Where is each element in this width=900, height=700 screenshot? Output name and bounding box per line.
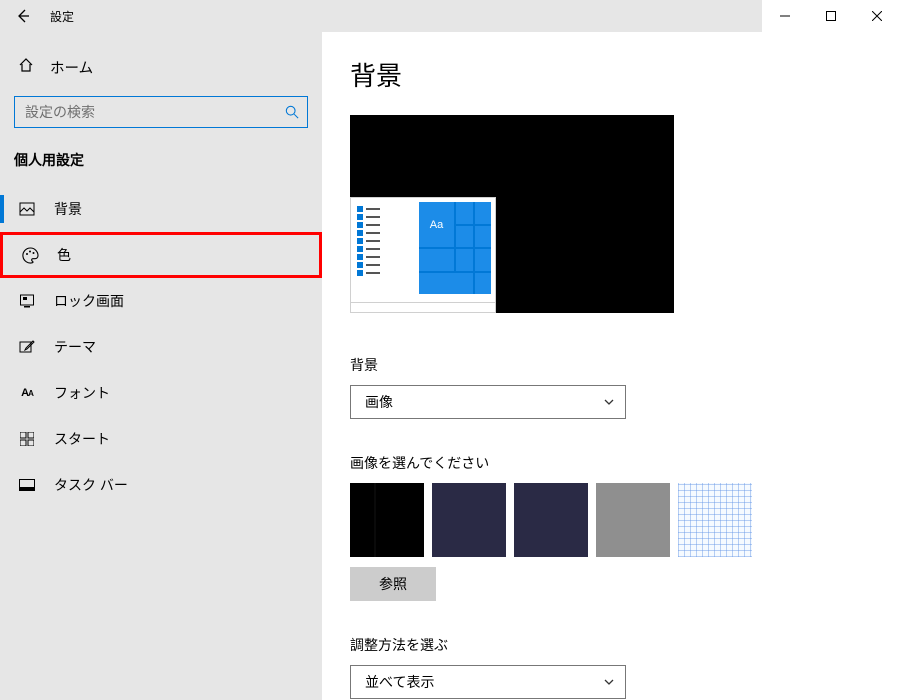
sidebar-nav: 背景 色 ロック画面 テーマ AA (0, 186, 322, 508)
browse-button[interactable]: 参照 (350, 567, 436, 601)
sidebar-item-colors[interactable]: 色 (0, 232, 322, 278)
sidebar: ホーム 設定の検索 個人用設定 背景 (0, 32, 322, 700)
fonts-icon: AA (18, 384, 36, 402)
choose-image-label: 画像を選んでください (350, 453, 872, 473)
search-placeholder: 設定の検索 (25, 102, 285, 122)
title-bar: 設定 (0, 0, 900, 32)
background-type-combo[interactable]: 画像 (350, 385, 626, 419)
sidebar-item-background[interactable]: 背景 (0, 186, 322, 232)
image-thumb-5[interactable] (678, 483, 752, 557)
search-input[interactable]: 設定の検索 (14, 96, 308, 128)
taskbar-icon (18, 476, 36, 494)
home-label: ホーム (50, 57, 93, 78)
fit-value: 並べて表示 (365, 672, 434, 692)
browse-button-label: 参照 (379, 574, 407, 594)
start-icon (18, 430, 36, 448)
minimize-icon (780, 11, 790, 21)
sidebar-item-label: タスク バー (54, 475, 128, 495)
sidebar-item-fonts[interactable]: AA フォント (0, 370, 322, 416)
sidebar-item-label: テーマ (54, 337, 96, 357)
home-icon (18, 57, 34, 77)
maximize-icon (826, 11, 836, 21)
image-thumb-4[interactable] (596, 483, 670, 557)
fit-combo[interactable]: 並べて表示 (350, 665, 626, 699)
chevron-down-icon (603, 676, 615, 688)
sidebar-section-title: 個人用設定 (0, 150, 322, 186)
image-thumb-1[interactable] (350, 483, 424, 557)
maximize-button[interactable] (808, 0, 854, 32)
sidebar-item-label: 背景 (54, 199, 82, 219)
sidebar-item-label: 色 (57, 245, 71, 265)
sidebar-item-taskbar[interactable]: タスク バー (0, 462, 322, 508)
sidebar-item-label: フォント (54, 383, 110, 403)
back-button[interactable] (0, 0, 46, 32)
image-thumb-3[interactable] (514, 483, 588, 557)
background-type-value: 画像 (365, 392, 393, 412)
preview-sample-window: Aa (350, 197, 496, 313)
sidebar-item-label: ロック画面 (54, 291, 124, 311)
home-link[interactable]: ホーム (0, 46, 322, 88)
window-controls (762, 0, 900, 32)
minimize-button[interactable] (762, 0, 808, 32)
search-icon (285, 105, 299, 119)
sidebar-item-start[interactable]: スタート (0, 416, 322, 462)
close-button[interactable] (854, 0, 900, 32)
themes-icon (18, 338, 36, 356)
content-area: 背景 Aa (322, 32, 900, 700)
chevron-down-icon (603, 396, 615, 408)
fit-label: 調整方法を選ぶ (350, 635, 872, 655)
sidebar-item-themes[interactable]: テーマ (0, 324, 322, 370)
palette-icon (21, 246, 39, 264)
desktop-preview: Aa (350, 115, 674, 313)
background-type-label: 背景 (350, 355, 872, 375)
page-title: 背景 (350, 56, 872, 93)
close-icon (872, 11, 882, 21)
image-thumb-2[interactable] (432, 483, 506, 557)
image-thumbnails (350, 483, 872, 557)
sidebar-item-lockscreen[interactable]: ロック画面 (0, 278, 322, 324)
lockscreen-icon (18, 292, 36, 310)
sidebar-item-label: スタート (54, 429, 110, 449)
window-title: 設定 (46, 8, 74, 25)
picture-icon (18, 200, 36, 218)
back-arrow-icon (15, 8, 31, 24)
preview-sample-text: Aa (419, 202, 454, 247)
